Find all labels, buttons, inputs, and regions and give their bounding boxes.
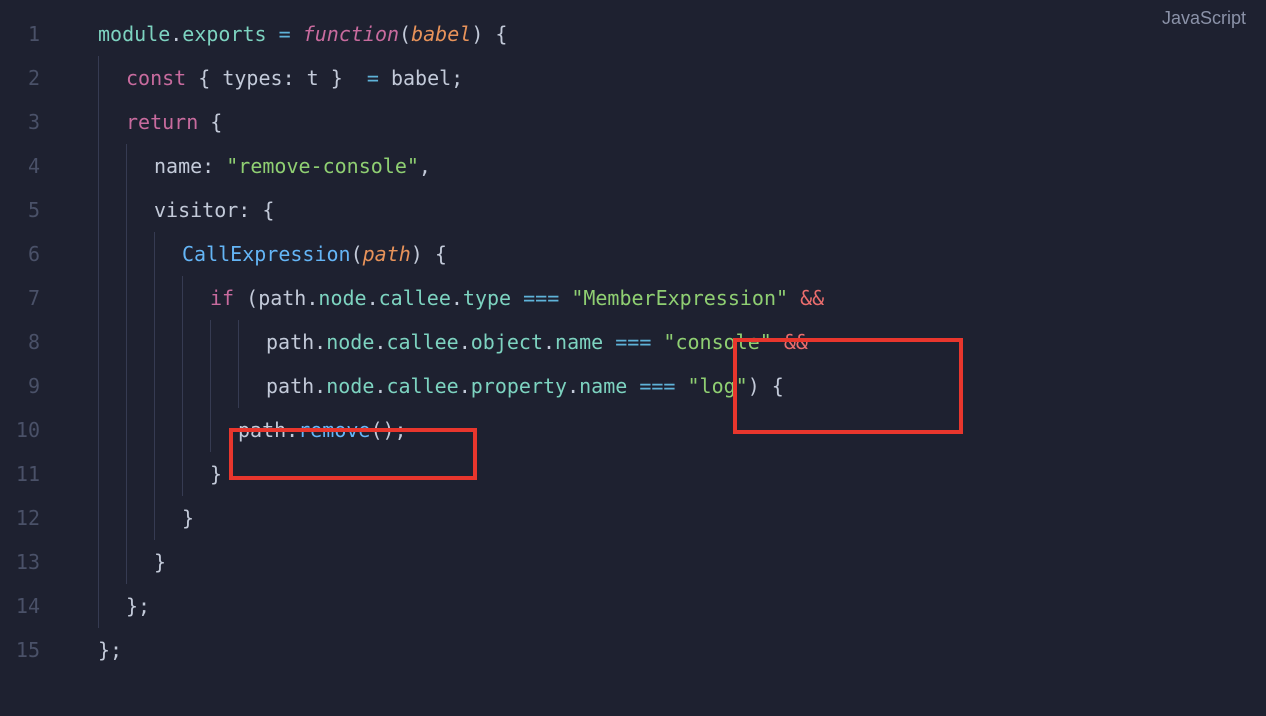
line-number: 7: [0, 276, 70, 320]
line-number: 12: [0, 496, 70, 540]
line-number: 10: [0, 408, 70, 452]
code-line[interactable]: 2 const { types: t } = babel;: [0, 56, 1266, 100]
code-line[interactable]: 9 path.node.callee.property.name === "lo…: [0, 364, 1266, 408]
code-line[interactable]: 7 if (path.node.callee.type === "MemberE…: [0, 276, 1266, 320]
line-number: 4: [0, 144, 70, 188]
line-number: 3: [0, 100, 70, 144]
code-content: const { types: t } = babel;: [70, 56, 1266, 100]
code-content: path.remove();: [70, 408, 1266, 452]
code-content: path.node.callee.object.name === "consol…: [70, 320, 1266, 364]
code-content: visitor: {: [70, 188, 1266, 232]
code-line[interactable]: 5 visitor: {: [0, 188, 1266, 232]
code-line[interactable]: 4 name: "remove-console",: [0, 144, 1266, 188]
code-line[interactable]: 11 }: [0, 452, 1266, 496]
code-line[interactable]: 1 module.exports = function(babel) {: [0, 12, 1266, 56]
code-content: };: [70, 584, 1266, 628]
code-content: return {: [70, 100, 1266, 144]
code-content: }: [70, 496, 1266, 540]
line-number: 6: [0, 232, 70, 276]
code-line[interactable]: 13 }: [0, 540, 1266, 584]
code-line[interactable]: 14 };: [0, 584, 1266, 628]
code-content: CallExpression(path) {: [70, 232, 1266, 276]
line-number: 8: [0, 320, 70, 364]
line-number: 1: [0, 12, 70, 56]
code-content: if (path.node.callee.type === "MemberExp…: [70, 276, 1266, 320]
line-number: 11: [0, 452, 70, 496]
code-line[interactable]: 10 path.remove();: [0, 408, 1266, 452]
code-content: };: [70, 628, 1266, 672]
code-content: path.node.callee.property.name === "log"…: [70, 364, 1266, 408]
code-editor[interactable]: 1 module.exports = function(babel) { 2 c…: [0, 0, 1266, 672]
line-number: 9: [0, 364, 70, 408]
line-number: 5: [0, 188, 70, 232]
code-line[interactable]: 6 CallExpression(path) {: [0, 232, 1266, 276]
code-line[interactable]: 3 return {: [0, 100, 1266, 144]
code-content: name: "remove-console",: [70, 144, 1266, 188]
line-number: 15: [0, 628, 70, 672]
line-number: 2: [0, 56, 70, 100]
line-number: 14: [0, 584, 70, 628]
code-line[interactable]: 8 path.node.callee.object.name === "cons…: [0, 320, 1266, 364]
code-content: }: [70, 540, 1266, 584]
code-content: }: [70, 452, 1266, 496]
code-content: module.exports = function(babel) {: [70, 12, 1266, 56]
code-line[interactable]: 12 }: [0, 496, 1266, 540]
line-number: 13: [0, 540, 70, 584]
code-line[interactable]: 15 };: [0, 628, 1266, 672]
